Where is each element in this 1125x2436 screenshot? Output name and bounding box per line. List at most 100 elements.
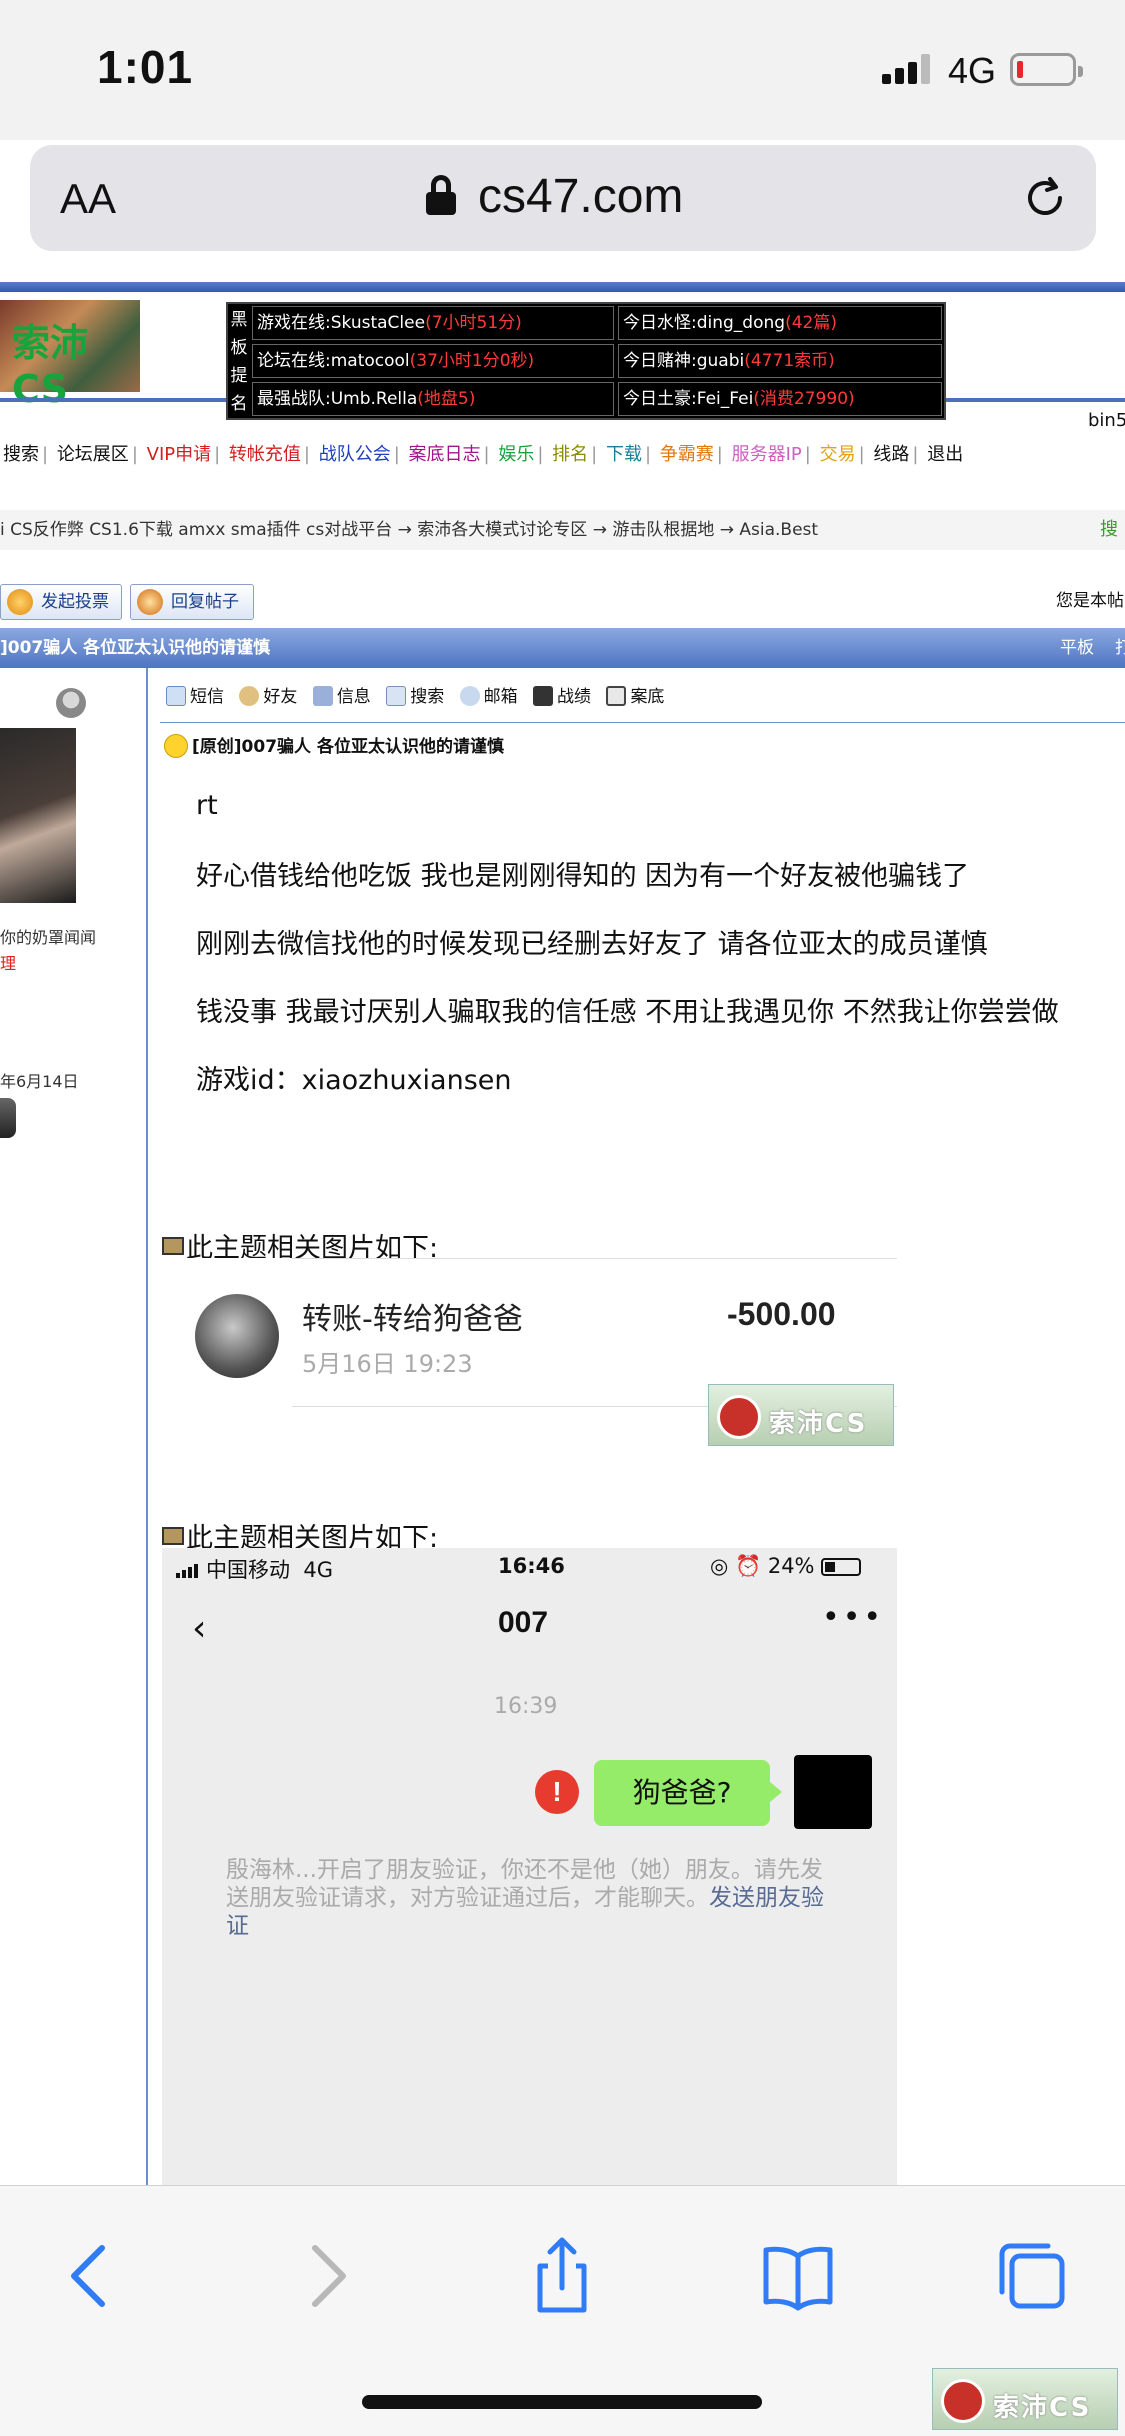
watermark-logo: 索沛CS [708, 1384, 894, 1446]
nav-item-recharge[interactable]: 转帐充值 [226, 440, 304, 466]
post-body-line: 刚刚去微信找他的时候发现已经删去好友了 请各位亚太的成员谨慎 [196, 929, 988, 960]
tool-label: 案底 [630, 687, 665, 707]
reader-options-button[interactable]: AA [60, 175, 116, 223]
post-body-line: rt [196, 790, 218, 821]
board-cell-value: (4771索币) [744, 351, 835, 371]
viewer-status: 您是本帖 [1056, 591, 1124, 611]
reader-options-label: AA [60, 175, 117, 222]
nav-item-servers[interactable]: 服务器IP [729, 440, 805, 466]
poll-icon [7, 589, 33, 615]
nav-item-trade[interactable]: 交易 [817, 440, 859, 466]
chat-screenshot[interactable]: 中国移动 4G 16:46 ◎ ⏰ 24% ‹ 007 ••• 16:39 ! … [162, 1548, 897, 2185]
reply-label: 回复帖子 [171, 592, 239, 612]
tool-label: 搜索 [410, 687, 445, 707]
nav-item-tournament[interactable]: 争霸赛 [657, 440, 717, 466]
attachment-icon [162, 1527, 184, 1545]
nav-item-download[interactable]: 下载 [603, 440, 645, 466]
tool-label: 好友 [263, 687, 298, 707]
board-cell-value: (消费27990) [753, 389, 855, 409]
user-tag: bin5 [1088, 410, 1125, 431]
breadcrumb[interactable]: i CS反作弊 CS1.6下载 amxx sma插件 cs对战平台 → 索沛各大… [0, 510, 1125, 550]
nav-item-clans[interactable]: 战队公会 [316, 440, 394, 466]
watermark-text: 索沛CS [769, 1409, 868, 1439]
board-cell-value: (37小时1分0秒) [409, 351, 535, 371]
search-icon [386, 686, 407, 706]
nav-item-search[interactable]: 搜索 [0, 440, 42, 466]
tool-case[interactable]: 案底 [606, 682, 664, 707]
online-status-icon [56, 688, 86, 718]
battery-icon [1010, 53, 1083, 86]
tablet-view-link[interactable]: 平板 [1060, 628, 1094, 668]
tabs-icon[interactable] [992, 2236, 1072, 2316]
message-bubble: 狗爸爸? [594, 1760, 782, 1826]
author-join-date: 年6月14日 [0, 1072, 79, 1091]
print-link[interactable]: 打 [1115, 628, 1125, 668]
header-stripe [0, 282, 1125, 292]
attachment-icon [162, 1237, 184, 1255]
info-icon [312, 686, 333, 706]
home-indicator [362, 2395, 762, 2409]
search-link[interactable]: 搜 [1100, 510, 1118, 550]
carrier-name: 中国移动 [206, 1558, 290, 1582]
friend-icon [239, 686, 260, 706]
board-cell[interactable]: 论坛在线:matocool(37小时1分0秒) [252, 344, 614, 378]
author-avatar[interactable] [0, 728, 76, 903]
address-bar[interactable]: AA cs47.com [30, 145, 1096, 251]
nav-item-fun[interactable]: 娱乐 [495, 440, 537, 466]
network-type: 4G [948, 50, 997, 91]
site-logo[interactable]: 索沛CS [0, 300, 140, 411]
watermark-logo: 索沛CS [932, 2368, 1118, 2430]
side-char: 黑 [230, 310, 248, 330]
nav-item-logout[interactable]: 退出 [924, 440, 966, 466]
tools-divider [160, 722, 1125, 723]
url-text[interactable]: cs47.com [478, 169, 683, 224]
board-cell[interactable]: 今日赌神:guabi(4771索币) [618, 344, 942, 378]
share-icon[interactable] [522, 2236, 602, 2316]
status-time: 1:01 [97, 41, 194, 93]
board-cell-label: 论坛在线:matocool [257, 351, 410, 371]
board-cell[interactable]: 今日水怪:ding_dong(42篇) [618, 306, 942, 340]
tool-message[interactable]: 短信 [166, 682, 224, 707]
transfer-screenshot[interactable]: 转账-转给狗爸爸 5月16日 19:23 -500.00 索沛CS [162, 1258, 897, 1446]
main-nav: 搜索 | 论坛展区 | VIP申请 | 转帐充值 | 战队公会 | 案底日志 | 娱乐 | 排… [0, 440, 1125, 466]
board-cell[interactable]: 游戏在线:SkustaClee(7小时51分) [252, 306, 614, 340]
tool-mail[interactable]: 邮箱 [459, 682, 518, 707]
side-char: 名 [230, 394, 248, 414]
side-char: 提 [230, 366, 248, 386]
friend-verify-notice: 殷海林...开启了朋友验证，你还不是他（她）朋友。请先发送朋友验证请求，对方验证… [226, 1856, 826, 1940]
transfer-date: 5月16日 19:23 [302, 1350, 473, 1378]
nav-item-routes[interactable]: 线路 [870, 440, 912, 466]
author-sidebar: 你的奶罩闻闻 理 年6月14日 [0, 668, 146, 2185]
post-tools: 短信 好友 信息 搜索 邮箱 战绩 案底 [166, 682, 674, 708]
tool-record[interactable]: 战绩 [533, 682, 591, 707]
logo-text: 索沛CS [12, 321, 89, 411]
carrier-network: 4G [303, 1558, 333, 1582]
case-icon [606, 686, 627, 706]
board-cell-value: (42篇) [785, 313, 837, 333]
forward-icon[interactable] [285, 2236, 365, 2316]
back-icon[interactable] [52, 2236, 132, 2316]
tool-friend[interactable]: 好友 [239, 682, 297, 707]
new-poll-button[interactable]: 发起投票 [0, 584, 122, 620]
back-icon: ‹ [192, 1608, 207, 1649]
nav-item-ranking[interactable]: 排名 [549, 440, 591, 466]
board-cell-value: (7小时51分) [425, 313, 522, 333]
board-cell[interactable]: 最强战队:Umb.Rella(地盘5) [252, 382, 614, 416]
bookmarks-icon[interactable] [758, 2236, 838, 2316]
phone-time: 16:46 [498, 1554, 565, 1578]
reload-icon[interactable] [1020, 173, 1070, 223]
chat-contact-name: 007 [498, 1606, 549, 1639]
transfer-amount: -500.00 [727, 1296, 836, 1332]
reply-button[interactable]: 回复帖子 [130, 584, 254, 620]
forum-page: 索沛CS bin5 黑 板 提 名 游戏在线:SkustaClee(7小时51分… [0, 280, 1125, 2185]
sender-avatar [794, 1755, 872, 1829]
side-char: 板 [230, 338, 248, 358]
nav-item-showcase[interactable]: 论坛展区 [54, 440, 132, 466]
nav-item-logs[interactable]: 案底日志 [406, 440, 484, 466]
tool-search[interactable]: 搜索 [386, 682, 444, 707]
tool-info[interactable]: 信息 [312, 682, 371, 707]
cellular-signal-icon [882, 54, 932, 84]
board-cell[interactable]: 今日土豪:Fei_Fei(消费27990) [618, 382, 942, 416]
nav-item-vip[interactable]: VIP申请 [144, 440, 214, 466]
author-rank: 理 [0, 954, 17, 973]
